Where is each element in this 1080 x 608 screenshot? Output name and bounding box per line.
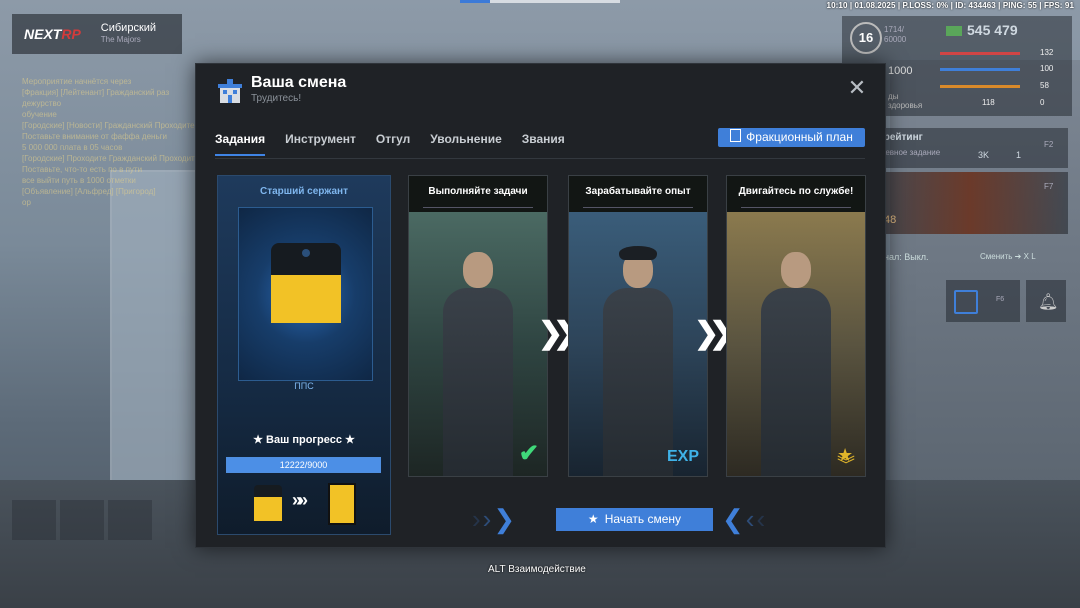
chat-line: все выйти путь в 1000 отметки (22, 176, 136, 185)
status-readout: 10:10 | 01.08.2025 | P.LOSS: 0% | ID: 43… (826, 1, 1074, 10)
chat-line: ор (22, 198, 31, 207)
wanted-value: 0 (1040, 98, 1045, 107)
health-bar (940, 52, 1020, 55)
step-title: Двигайтесь по службе! (727, 176, 865, 212)
tab-dismissal[interactable]: Увольнение (430, 132, 501, 156)
xp-counter: 1714/60000 (884, 25, 907, 44)
radio-status: нал: Выкл. (884, 252, 929, 262)
armor-value: 100 (1040, 64, 1054, 73)
decor-chevrons-left-icon: ››❯ (472, 504, 518, 534)
step-arrow-icon: ❯❯ (538, 317, 578, 350)
officer-tablet-image: ✔ (409, 212, 547, 476)
chat-line: [Фракция] [Лейтенант] Гражданский раз де… (22, 88, 170, 108)
interaction-hint: ALT Взаимодействие (488, 564, 586, 575)
bell-icon: 🔔︎ (1038, 294, 1059, 311)
tab-tool[interactable]: Инструмент (285, 132, 356, 156)
chat-line: Поставьте, что-то есть по в пути (22, 165, 143, 174)
radio-change[interactable]: Сменить ➔ X L (980, 252, 1036, 261)
step-card-tasks: Выполняйте задачи ✔ (408, 175, 548, 477)
slot[interactable] (12, 500, 56, 540)
rank-card: Старший сержант ППС ★ Ваш прогресс ★ 122… (217, 175, 391, 535)
level-badge: 16 (850, 22, 882, 54)
current-rank-icon (254, 485, 282, 521)
tab-tasks[interactable]: Задания (215, 132, 266, 156)
tab-ranks[interactable]: Звания (522, 132, 565, 156)
step-arrow-icon: ❯❯ (694, 317, 734, 350)
hunger-bar (940, 85, 1020, 88)
money-display: 545 479 (946, 22, 1018, 38)
rank-progress-text: 12222/9000 (279, 460, 328, 470)
tab-leave[interactable]: Отгул (376, 132, 410, 156)
rank-chevron-icon: ★ ︾ (837, 445, 855, 475)
notification-button[interactable]: 🔔︎ (1026, 280, 1066, 322)
rank-title: Старший сержант (259, 186, 348, 197)
next-rank-chevrons-icon: »» (292, 490, 308, 510)
rank-unit: ППС (294, 381, 314, 391)
inventory-slots (12, 500, 156, 545)
step-card-experience: Зарабатывайте опыт EXP (568, 175, 708, 477)
slot[interactable] (108, 500, 152, 540)
rating-count-2: 1 (1016, 150, 1022, 160)
decor-chevrons-right-icon: ❮‹‹ (722, 504, 768, 534)
rating-panel[interactable]: ц. рейтинг едневное задание 3K 1 F2 (868, 128, 1068, 168)
top-progress-strip (460, 0, 620, 3)
modal-title: Ваша смена (251, 74, 347, 91)
calendar-button[interactable]: F6 (946, 280, 1020, 322)
close-icon[interactable]: ✕ (847, 77, 867, 99)
next-rank-icon (328, 483, 356, 525)
bonus-value: 1000 (888, 65, 913, 77)
rating-key: F2 (1044, 140, 1054, 149)
start-shift-button[interactable]: ★ Начать смену (556, 508, 713, 531)
chat-line: 5 000 000 плата в 05 часов (22, 143, 123, 152)
chest-panel[interactable]: 48 F7 (872, 172, 1068, 234)
health-value: 132 (1040, 48, 1054, 57)
tab-bar: Задания Инструмент Отгул Увольнение Зван… (215, 132, 565, 156)
calendar-icon (954, 290, 978, 314)
document-icon (730, 129, 742, 142)
chat-line: Поставьте внимание от фаффа деньги (22, 132, 168, 141)
rating-count-1: 3K (978, 150, 990, 160)
chat-line: Мероприятие начнётся через (22, 77, 132, 86)
chat-log: Мероприятие начнётся через [Фракция] [Лей… (22, 76, 202, 208)
step-title: Выполняйте задачи (409, 176, 547, 212)
modal-subtitle: Трудитесь! (251, 93, 302, 104)
server-name: Сибирский The Majors (100, 22, 157, 44)
checkmark-icon: ✔ (518, 440, 539, 467)
chest-key: F7 (1044, 182, 1054, 191)
rank-insignia-image (238, 207, 373, 381)
tab-divider (215, 158, 865, 159)
rank-shoulder-tag-icon (271, 243, 341, 323)
calendar-key: F6 (996, 296, 1005, 303)
chat-line: [Городские] [Новости] Гражданский Проход… (22, 121, 195, 130)
step-card-promotion: Двигайтесь по службе! ★ ︾ (726, 175, 866, 477)
chat-line: [Объявление] [Альфред] [Пригород] (22, 187, 156, 196)
server-logo: NEXTRP Сибирский The Majors (12, 14, 182, 54)
money-icon (946, 26, 962, 37)
faction-plan-button[interactable]: Фракционный план (718, 128, 865, 147)
slot[interactable] (60, 500, 104, 540)
shift-modal: Ваша смена Трудитесь! ✕ Задания Инструме… (195, 63, 886, 548)
rank-progress-bar: 12222/9000 (226, 457, 381, 473)
chat-line: обучение (22, 110, 57, 119)
officer-standing-image: ★ ︾ (727, 212, 865, 476)
bonus-sub: ды здоровья (888, 92, 923, 110)
star-icon: ★ (587, 512, 599, 526)
armor-bar (940, 68, 1020, 71)
brand-logo: NEXTRP (24, 26, 81, 42)
server-sub: The Majors (100, 35, 141, 44)
progress-title: ★ Ваш прогресс ★ (253, 434, 355, 446)
police-station-icon (218, 79, 242, 103)
extra-stat: 118 (982, 98, 995, 107)
chat-line: [Городские] Проходите Гражданский Проход… (22, 154, 200, 163)
exp-icon: EXP (666, 448, 699, 465)
step-title: Зарабатывайте опыт (569, 176, 707, 212)
hunger-value: 58 (1040, 81, 1049, 90)
officer-cap-image: EXP (569, 212, 707, 476)
